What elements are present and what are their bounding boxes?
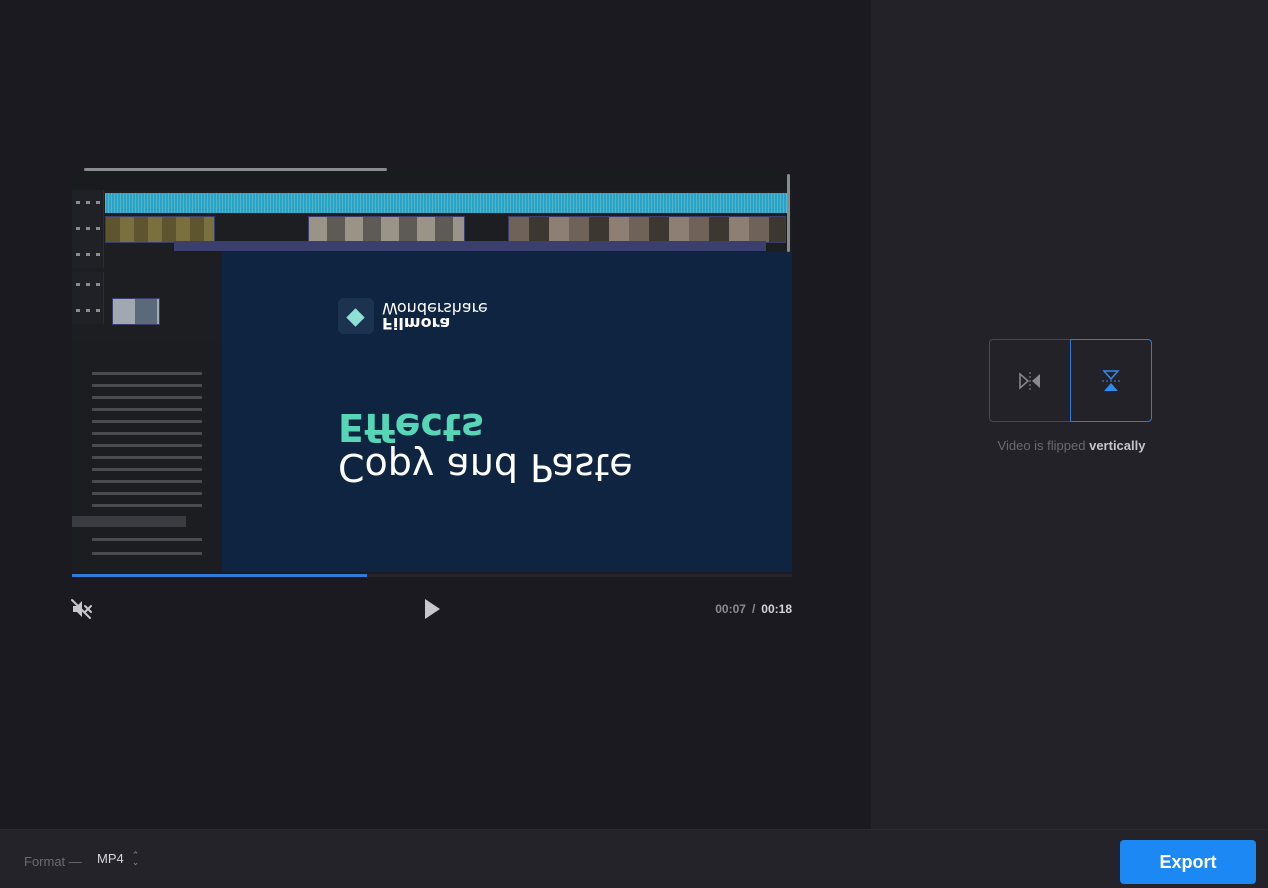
mute-button[interactable] xyxy=(70,598,94,620)
video-media-panel xyxy=(72,342,222,572)
video-title-line-1: Copy and Paste xyxy=(338,445,633,489)
playback-progress-fill xyxy=(72,574,368,577)
video-clip xyxy=(112,298,160,325)
flip-status-text: Video is flipped vertically xyxy=(989,438,1154,453)
format-label: Format — xyxy=(24,854,82,869)
brand-line-2: Wondershare xyxy=(382,299,488,318)
format-value: MP4 xyxy=(97,851,124,866)
video-preview-area: Filmora Wondershare Copy and Paste Effec… xyxy=(0,0,871,829)
video-clip xyxy=(308,216,465,243)
video-frame: Filmora Wondershare Copy and Paste Effec… xyxy=(72,166,792,572)
video-clip xyxy=(508,216,786,243)
video-clip-bar xyxy=(174,241,766,251)
flip-horizontal-button[interactable] xyxy=(989,339,1071,422)
play-icon xyxy=(425,599,440,619)
video-scrollbar-v xyxy=(787,174,790,252)
playback-time: 00:07 / 00:18 xyxy=(715,602,792,616)
time-separator: / xyxy=(751,602,756,616)
flip-options xyxy=(989,339,1154,422)
footer-bar: Format — MP4 ⌃ ⌄ Export xyxy=(0,829,1268,888)
flip-vertical-icon xyxy=(1102,369,1120,391)
video-audio-track xyxy=(105,193,787,213)
video-track-head xyxy=(72,272,104,298)
video-scrollbar-h xyxy=(84,168,387,171)
brand-line-1: Filmora xyxy=(382,314,451,333)
current-time: 00:07 xyxy=(715,602,746,616)
play-button[interactable] xyxy=(418,596,444,622)
video-title-line-2: Effects xyxy=(338,405,484,449)
filmora-logo xyxy=(338,298,374,334)
export-button[interactable]: Export xyxy=(1120,840,1256,884)
video-track-head xyxy=(72,190,104,216)
flip-status-prefix: Video is flipped xyxy=(997,438,1086,453)
select-chevron-icon: ⌃ ⌄ xyxy=(131,849,140,867)
video-track-head xyxy=(72,298,104,324)
video-title-slide: Filmora Wondershare Copy and Paste Effec… xyxy=(222,252,792,572)
total-time: 00:18 xyxy=(761,602,792,616)
video-track-head xyxy=(72,242,104,268)
video-clip xyxy=(105,216,215,243)
format-select[interactable]: MP4 ⌃ ⌄ xyxy=(97,849,140,867)
flip-status-value: vertically xyxy=(1089,438,1146,453)
filmora-brand: Filmora Wondershare xyxy=(338,298,488,334)
flip-horizontal-icon xyxy=(1019,371,1040,390)
playback-progress[interactable] xyxy=(72,574,792,577)
muted-speaker-icon xyxy=(71,599,92,619)
video-title: Copy and Paste Effects xyxy=(338,405,633,489)
flip-vertical-button[interactable] xyxy=(1070,339,1152,422)
video-track-head xyxy=(72,216,104,242)
video-media-selected-row xyxy=(72,516,186,527)
